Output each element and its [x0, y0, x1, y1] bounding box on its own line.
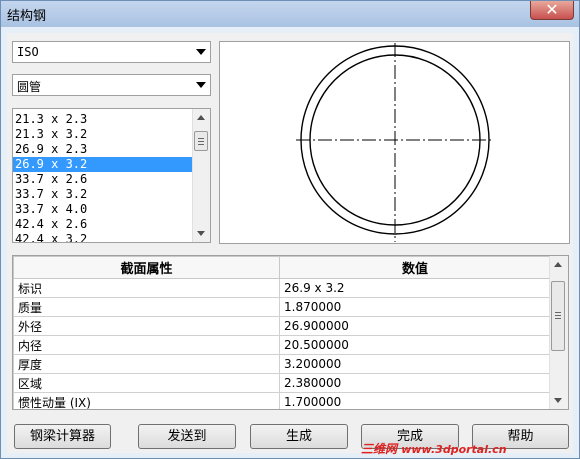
- size-list-item[interactable]: 33.7 x 4.0: [13, 202, 195, 217]
- scroll-down-icon[interactable]: [554, 398, 562, 403]
- thumb-grip: [555, 318, 561, 319]
- chevron-down-icon[interactable]: [196, 82, 206, 88]
- size-list-item[interactable]: 42.4 x 3.2: [13, 232, 195, 242]
- generate-button[interactable]: 生成: [250, 424, 348, 449]
- property-value-cell[interactable]: 26.9 x 3.2: [279, 278, 551, 298]
- property-value-cell[interactable]: 3.200000: [279, 354, 551, 374]
- scroll-down-icon[interactable]: [197, 231, 205, 236]
- pipe-section-drawing: [296, 43, 494, 242]
- table-header-row: 截面属性 数值: [13, 256, 551, 279]
- shape-select[interactable]: 圆管: [12, 74, 211, 96]
- title-bar[interactable]: 结构钢 ✕: [1, 1, 579, 27]
- properties-scrollbar[interactable]: [549, 256, 568, 409]
- scroll-up-icon[interactable]: [554, 262, 562, 267]
- size-list-items: 21.3 x 2.3 21.3 x 3.2 26.9 x 2.3 26.9 x 3.2…: [13, 112, 195, 242]
- column-header-value[interactable]: 数值: [279, 256, 551, 279]
- size-list-item[interactable]: 21.3 x 3.2: [13, 127, 195, 142]
- property-name-cell[interactable]: 内径: [13, 335, 280, 355]
- thumb-grip: [555, 315, 561, 316]
- property-name-cell[interactable]: 区域: [13, 373, 280, 393]
- scroll-thumb[interactable]: [551, 281, 565, 351]
- property-value-cell[interactable]: 20.500000: [279, 335, 551, 355]
- table-row[interactable]: 质量 1.870000: [13, 297, 551, 317]
- thumb-grip: [198, 138, 204, 139]
- table-row[interactable]: 厚度 3.200000: [13, 354, 551, 374]
- window-title: 结构钢: [7, 9, 47, 24]
- size-list-scrollbar[interactable]: [192, 109, 210, 242]
- section-preview: [219, 41, 570, 244]
- property-value-cell[interactable]: 26.900000: [279, 316, 551, 336]
- size-list-item[interactable]: 26.9 x 2.3: [13, 142, 195, 157]
- standard-select[interactable]: ISO: [12, 41, 211, 63]
- table-row[interactable]: 区域 2.380000: [13, 373, 551, 393]
- dialog-body: ISO 圆管 21.3 x 2.3 21.3 x 3.2 26.9 x 2.3 26.…: [7, 33, 573, 453]
- column-header-name[interactable]: 截面属性: [13, 256, 280, 279]
- standard-select-value: ISO: [17, 45, 39, 59]
- shape-select-value: 圆管: [17, 80, 42, 94]
- properties-table: 截面属性 数值 标识 26.9 x 3.2 质量 1.870000 外径 26.90000…: [13, 256, 551, 409]
- scroll-thumb[interactable]: [194, 131, 208, 151]
- watermark-cn: 三维网: [361, 442, 398, 456]
- property-name-cell[interactable]: 质量: [13, 297, 280, 317]
- property-value-cell[interactable]: 1.870000: [279, 297, 551, 317]
- size-list[interactable]: 21.3 x 2.3 21.3 x 3.2 26.9 x 2.3 26.9 x 3.2…: [12, 108, 211, 243]
- send-to-button[interactable]: 发送到: [138, 424, 236, 449]
- size-list-item[interactable]: 33.7 x 3.2: [13, 187, 195, 202]
- table-row[interactable]: 外径 26.900000: [13, 316, 551, 336]
- beam-calculator-button[interactable]: 钢梁计算器: [14, 424, 111, 449]
- chevron-down-icon[interactable]: [196, 49, 206, 55]
- property-value-cell[interactable]: 1.700000: [279, 392, 551, 409]
- table-row[interactable]: 惯性动量 (IX) 1.700000: [13, 392, 551, 409]
- property-name-cell[interactable]: 厚度: [13, 354, 280, 374]
- table-row[interactable]: 标识 26.9 x 3.2: [13, 278, 551, 298]
- size-list-item[interactable]: 33.7 x 2.6: [13, 172, 195, 187]
- size-list-item[interactable]: 21.3 x 2.3: [13, 112, 195, 127]
- thumb-grip: [555, 312, 561, 313]
- property-name-cell[interactable]: 标识: [13, 278, 280, 298]
- property-name-cell[interactable]: 惯性动量 (IX): [13, 392, 280, 409]
- close-button[interactable]: ✕: [530, 1, 574, 20]
- property-value-cell[interactable]: 2.380000: [279, 373, 551, 393]
- section-properties-table[interactable]: 截面属性 数值 标识 26.9 x 3.2 质量 1.870000 外径 26.90000…: [12, 255, 569, 410]
- watermark-url: www.3dportal.cn: [401, 443, 507, 456]
- thumb-grip: [198, 141, 204, 142]
- site-watermark: 三维网 www.3dportal.cn: [361, 440, 507, 457]
- table-row[interactable]: 内径 20.500000: [13, 335, 551, 355]
- property-name-cell[interactable]: 外径: [13, 316, 280, 336]
- close-icon[interactable]: ✕: [545, 0, 558, 19]
- scroll-up-icon[interactable]: [197, 115, 205, 120]
- structural-steel-dialog: 结构钢 ✕ ISO 圆管 21.3 x 2.3 21.3 x 3.2 26.9 x …: [0, 0, 580, 459]
- thumb-grip: [198, 144, 204, 145]
- size-list-item[interactable]: 42.4 x 2.6: [13, 217, 195, 232]
- size-list-item[interactable]: 26.9 x 3.2: [13, 157, 195, 172]
